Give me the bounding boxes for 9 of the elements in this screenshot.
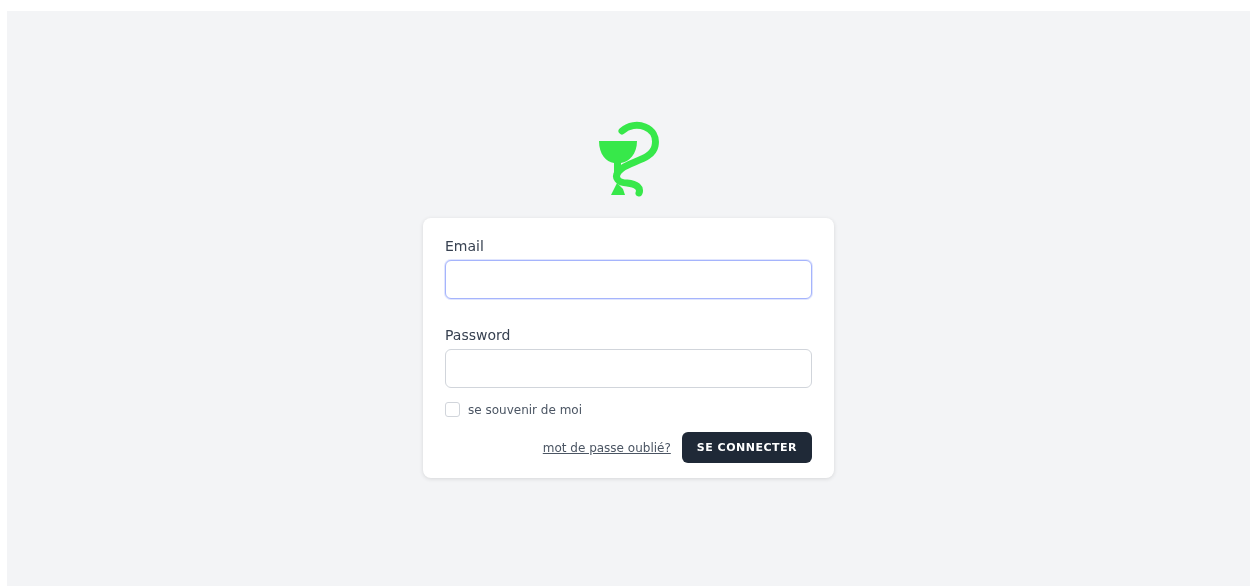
- login-button[interactable]: SE CONNECTER: [681, 432, 812, 463]
- logo-icon: [596, 121, 661, 197]
- input-field[interactable]: [445, 349, 812, 388]
- input-field[interactable]: [445, 260, 812, 299]
- forgot-password-link[interactable]: mot de passe oublié?: [542, 440, 671, 455]
- field-label: Password: [445, 327, 511, 343]
- checkbox-label: se souvenir de moi: [468, 402, 582, 417]
- checkbox[interactable]: [445, 402, 460, 417]
- field-label: Email: [445, 238, 484, 254]
